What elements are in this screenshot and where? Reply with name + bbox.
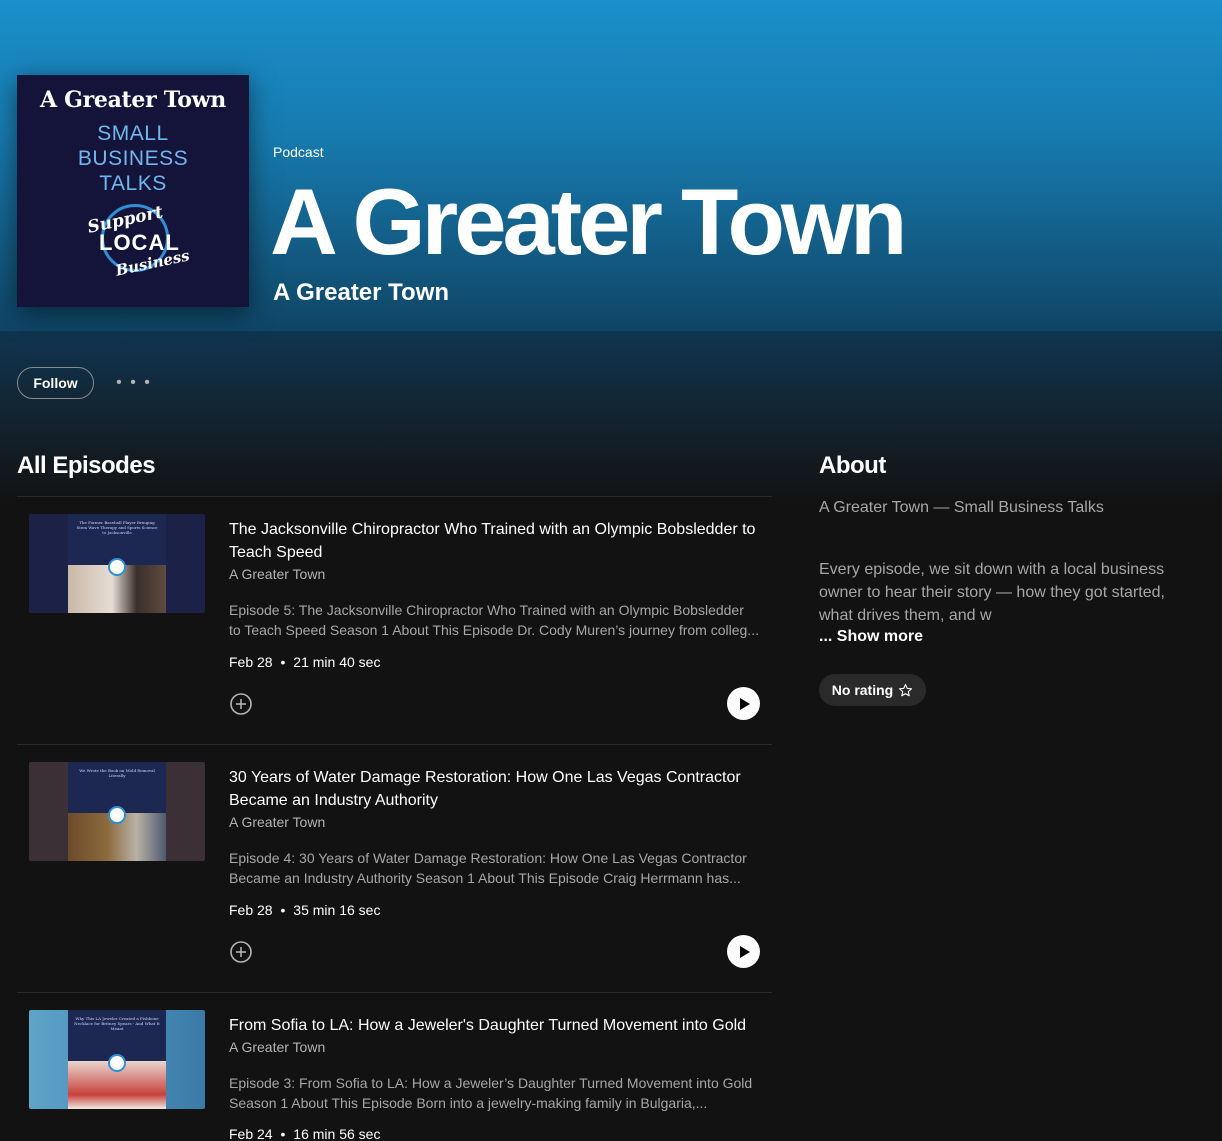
episode-author[interactable]: A Greater Town: [229, 814, 325, 830]
content-type-label: Podcast: [273, 144, 324, 160]
all-episodes-heading: All Episodes: [17, 452, 156, 479]
play-button[interactable]: [727, 935, 760, 968]
show-more-button[interactable]: ... Show more: [819, 628, 923, 646]
episode-title-link[interactable]: 30 Years of Water Damage Restoration: Ho…: [229, 766, 759, 812]
episode-title-link[interactable]: The Jacksonville Chiropractor Who Traine…: [229, 518, 759, 564]
podcast-author-link[interactable]: A Greater Town: [273, 279, 449, 307]
episode-date: Feb 24: [229, 1126, 273, 1141]
add-to-library-icon[interactable]: [229, 692, 253, 716]
episode-meta: Feb 28 • 35 min 16 sec: [229, 902, 381, 918]
episode-description: Episode 3: From Sofia to LA: How a Jewel…: [229, 1075, 753, 1111]
podcast-cover-art: A Greater Town SMALL BUSINESS TALKS Supp…: [17, 75, 249, 307]
episode-description: Episode 5: The Jacksonville Chiropractor…: [229, 602, 759, 638]
episode-description: Episode 4: 30 Years of Water Damage Rest…: [229, 850, 747, 886]
episode-thumbnail[interactable]: The Former Baseball Player Bringing Stem…: [29, 514, 205, 613]
play-icon: [739, 697, 750, 710]
episode-row[interactable]: The Former Baseball Player Bringing Stem…: [17, 514, 772, 734]
episode-author[interactable]: A Greater Town: [229, 1039, 325, 1055]
about-heading: About: [819, 452, 886, 479]
rating-button[interactable]: No rating: [819, 674, 926, 706]
cover-subtitle: SMALL BUSINESS TALKS: [77, 122, 189, 195]
episode-thumbnail[interactable]: Why This LA Jeweler Created a Fishbone N…: [29, 1010, 205, 1109]
about-description: Every episode, we sit down with a local …: [819, 561, 1165, 624]
about-tagline: A Greater Town — Small Business Talks: [819, 499, 1104, 516]
podcast-title: A Greater Town: [270, 169, 907, 274]
follow-button[interactable]: Follow: [17, 367, 94, 399]
play-button[interactable]: [727, 687, 760, 720]
episode-author[interactable]: A Greater Town: [229, 566, 325, 582]
episode-row[interactable]: Why This LA Jeweler Created a Fishbone N…: [17, 1010, 772, 1141]
episode-meta: Feb 28 • 21 min 40 sec: [229, 654, 381, 670]
add-to-library-icon[interactable]: [229, 940, 253, 964]
support-local-badge: Support LOCAL Business: [85, 202, 192, 280]
divider: [17, 992, 772, 993]
episode-date: Feb 28: [229, 654, 273, 670]
play-icon: [739, 945, 750, 958]
episode-duration: 21 min 40 sec: [293, 654, 381, 670]
star-icon: [899, 683, 913, 696]
hero-fade: [0, 331, 1222, 501]
episode-duration: 16 min 56 sec: [293, 1126, 381, 1141]
episode-title-link[interactable]: From Sofia to LA: How a Jeweler's Daught…: [229, 1014, 759, 1037]
episode-meta: Feb 24 • 16 min 56 sec: [229, 1126, 381, 1141]
divider: [17, 744, 772, 745]
episode-duration: 35 min 16 sec: [293, 902, 381, 918]
episode-date: Feb 28: [229, 902, 273, 918]
rating-label: No rating: [831, 682, 894, 698]
more-options-icon[interactable]: • • •: [116, 372, 152, 394]
divider: [17, 496, 772, 497]
episode-thumbnail[interactable]: We Wrote the Book on Mold Removal Litera…: [29, 762, 205, 861]
episode-row[interactable]: We Wrote the Book on Mold Removal Litera…: [17, 762, 772, 982]
cover-title: A Greater Town: [39, 87, 227, 113]
